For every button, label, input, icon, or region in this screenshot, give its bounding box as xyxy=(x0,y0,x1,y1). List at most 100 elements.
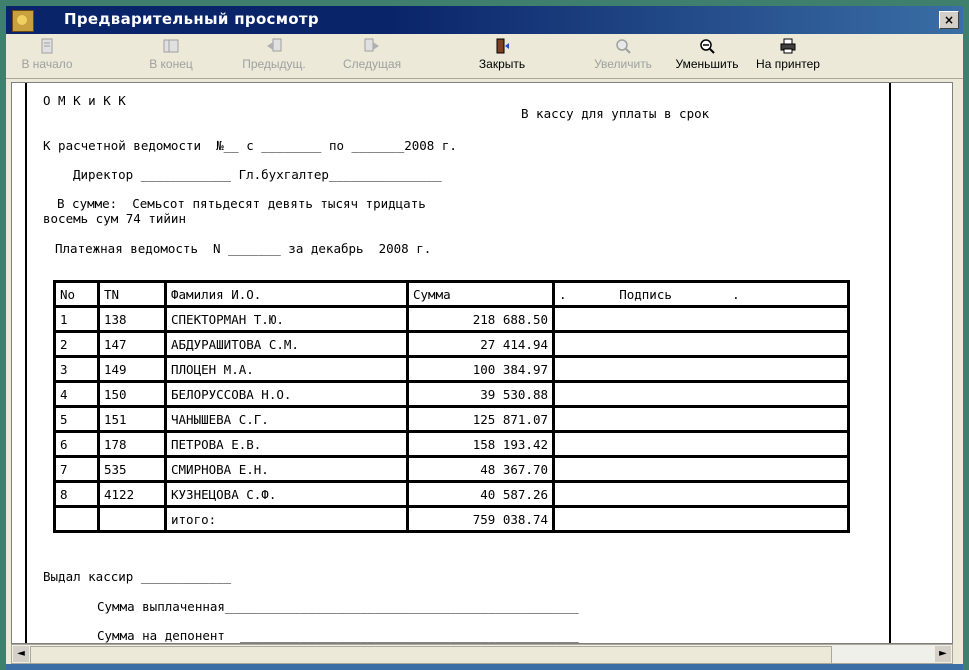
zoom-in-icon xyxy=(616,39,631,54)
last-page-label: В конец xyxy=(149,57,193,71)
cell-no: 4 xyxy=(53,380,100,408)
zoom-in-label: Увеличить xyxy=(594,57,652,71)
cell-sum: 39 530.88 xyxy=(406,380,555,408)
zoom-out-button[interactable]: Уменьшить xyxy=(666,36,748,76)
sum-in-words-line2: восемь сум 74 тийин xyxy=(43,211,186,226)
cell-sum: 158 193.42 xyxy=(406,430,555,458)
cell-name: АБДУРАШИТОВА С.М. xyxy=(164,330,409,358)
preview-window: Предварительный просмотр × В начало В ко… xyxy=(6,6,963,670)
cell-name: СПЕКТОРМАН Т.Ю. xyxy=(164,305,409,333)
cell-sum: 27 414.94 xyxy=(406,330,555,358)
next-page-label: Следущая xyxy=(342,57,402,71)
zoom-in-button[interactable]: Увеличить xyxy=(580,36,666,76)
table-header-row: No TN Фамилия И.О. Сумма . Подпись . xyxy=(53,280,850,308)
table-row: 4 150 БЕЛОРУССОВА Н.О. 39 530.88 xyxy=(53,380,850,408)
deposit-amount-line: Сумма на депонент ______________________… xyxy=(97,628,579,643)
cell-no: 8 xyxy=(53,480,100,508)
cell-no: 7 xyxy=(53,455,100,483)
statement-line: К расчетной ведомости №__ с ________ по … xyxy=(43,138,457,153)
cell-no xyxy=(53,505,100,533)
cell-signature xyxy=(552,355,850,383)
cell-signature xyxy=(552,505,850,533)
prev-page-label: Предыдущ. xyxy=(242,57,306,71)
cell-name: КУЗНЕЦОВА С.Ф. xyxy=(164,480,409,508)
report-page: О М К и К К В кассу для уплаты в срок К … xyxy=(25,83,891,643)
col-header-signature: . Подпись . xyxy=(552,280,850,308)
total-value: 759 038.74 xyxy=(406,505,555,533)
close-window-button[interactable]: × xyxy=(939,11,959,29)
col-header-no: No xyxy=(53,280,100,308)
cell-no: 2 xyxy=(53,330,100,358)
table-row: 6 178 ПЕТРОВА Е.В. 158 193.42 xyxy=(53,430,850,458)
cell-name: ПЛОЦЕН М.А. xyxy=(164,355,409,383)
cell-sum: 100 384.97 xyxy=(406,355,555,383)
app-icon xyxy=(12,10,34,32)
preview-area[interactable]: О М К и К К В кассу для уплаты в срок К … xyxy=(11,82,953,644)
pages-icon xyxy=(163,39,179,53)
cell-tn: 150 xyxy=(97,380,167,408)
director-line: Директор ____________ Гл.бухгалтер______… xyxy=(73,167,442,182)
cell-name: ЧАНЫШЕВА С.Г. xyxy=(164,405,409,433)
cell-signature xyxy=(552,380,850,408)
cell-tn: 147 xyxy=(97,330,167,358)
cell-tn: 151 xyxy=(97,405,167,433)
last-page-button[interactable]: В конец xyxy=(136,36,206,76)
cell-sum: 218 688.50 xyxy=(406,305,555,333)
cell-name: СМИРНОВА Е.Н. xyxy=(164,455,409,483)
cell-sum: 40 587.26 xyxy=(406,480,555,508)
cell-no: 5 xyxy=(53,405,100,433)
horizontal-scrollbar[interactable]: ◄ ► xyxy=(11,644,953,664)
cell-sum: 125 871.07 xyxy=(406,405,555,433)
sum-in-words-line1: В сумме: Семьсот пятьдесят девять тысяч … xyxy=(57,196,426,211)
table-total-row: итого: 759 038.74 xyxy=(53,505,850,533)
title-bar[interactable]: Предварительный просмотр × xyxy=(6,6,963,34)
print-button[interactable]: На принтер xyxy=(748,36,828,76)
scroll-right-icon[interactable]: ► xyxy=(935,646,951,662)
paid-amount-line: Сумма выплаченная_______________________… xyxy=(97,599,579,614)
to-cash-note: В кассу для уплаты в срок xyxy=(521,106,710,121)
window-title: Предварительный просмотр xyxy=(64,10,319,28)
payroll-title: Платежная ведомость N _______ за декабрь… xyxy=(55,241,432,256)
prev-page-button[interactable]: Предыдущ. xyxy=(234,36,314,76)
arrow-right-icon xyxy=(364,38,379,52)
cell-no: 6 xyxy=(53,430,100,458)
cell-tn: 535 xyxy=(97,455,167,483)
close-preview-label: Закрыть xyxy=(478,57,526,71)
table-row: 8 4122 КУЗНЕЦОВА С.Ф. 40 587.26 xyxy=(53,480,850,508)
col-header-tn: TN xyxy=(97,280,167,308)
cell-signature xyxy=(552,305,850,333)
table-row: 7 535 СМИРНОВА Е.Н. 48 367.70 xyxy=(53,455,850,483)
arrow-left-icon xyxy=(267,38,282,52)
cell-signature xyxy=(552,330,850,358)
next-page-button[interactable]: Следущая xyxy=(334,36,410,76)
total-label: итого: xyxy=(164,505,409,533)
cell-signature xyxy=(552,430,850,458)
zoom-out-icon xyxy=(700,39,715,54)
toolbar: В начало В конец Предыдущ. Следущая Закр… xyxy=(6,34,963,79)
first-page-button[interactable]: В начало xyxy=(8,36,86,76)
table-row: 3 149 ПЛОЦЕН М.А. 100 384.97 xyxy=(53,355,850,383)
payroll-table: No TN Фамилия И.О. Сумма . Подпись . 1 1… xyxy=(53,280,850,533)
col-header-name: Фамилия И.О. xyxy=(164,280,409,308)
cell-tn: 178 xyxy=(97,430,167,458)
cell-no: 3 xyxy=(53,355,100,383)
cell-tn: 138 xyxy=(97,305,167,333)
scroll-left-icon[interactable]: ◄ xyxy=(13,646,29,662)
cell-sum: 48 367.70 xyxy=(406,455,555,483)
cell-tn: 4122 xyxy=(97,480,167,508)
scroll-thumb[interactable] xyxy=(30,646,832,664)
zoom-out-label: Уменьшить xyxy=(675,57,739,71)
page-icon xyxy=(41,38,53,54)
cell-signature xyxy=(552,480,850,508)
printer-icon xyxy=(780,38,796,54)
table-row: 2 147 АБДУРАШИТОВА С.М. 27 414.94 xyxy=(53,330,850,358)
cashier-line: Выдал кассир ____________ xyxy=(43,569,232,584)
cell-tn: 149 xyxy=(97,355,167,383)
col-header-sum: Сумма xyxy=(406,280,555,308)
cell-no: 1 xyxy=(53,305,100,333)
cell-tn xyxy=(97,505,167,533)
table-row: 1 138 СПЕКТОРМАН Т.Ю. 218 688.50 xyxy=(53,305,850,333)
cell-name: БЕЛОРУССОВА Н.О. xyxy=(164,380,409,408)
door-exit-icon xyxy=(496,38,509,54)
close-preview-button[interactable]: Закрыть xyxy=(474,36,530,76)
